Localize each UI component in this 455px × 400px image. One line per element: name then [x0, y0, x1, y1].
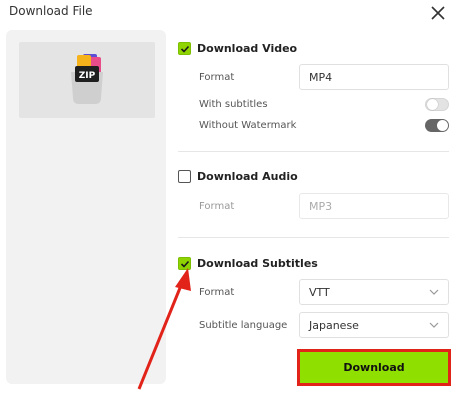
preview-panel: ZIP: [6, 30, 166, 384]
zip-label: ZIP: [79, 71, 96, 81]
download-button[interactable]: Download: [300, 352, 448, 383]
audio-format-label: Format: [199, 201, 235, 212]
download-video-option[interactable]: Download Video: [178, 42, 297, 55]
section-divider: [178, 151, 449, 152]
download-audio-option[interactable]: Download Audio: [178, 170, 298, 183]
subtitles-checkbox[interactable]: [178, 257, 191, 270]
subtitle-language-label: Subtitle language: [199, 320, 288, 331]
subtitles-format-select[interactable]: VTT: [299, 279, 449, 305]
close-icon[interactable]: [429, 4, 447, 22]
subtitle-language-value: Japanese: [309, 318, 359, 332]
subtitle-language-select[interactable]: Japanese: [299, 312, 449, 338]
download-video-label: Download Video: [197, 42, 298, 55]
video-format-value: MP4: [309, 70, 333, 84]
preview-thumbnail: ZIP: [19, 42, 155, 118]
video-checkbox[interactable]: [178, 42, 191, 55]
subtitles-format-label: Format: [199, 287, 235, 298]
toggle-knob: [427, 99, 438, 110]
section-divider: [178, 237, 449, 238]
check-icon: [180, 260, 189, 268]
without-watermark-toggle[interactable]: [425, 119, 449, 132]
dialog-title: Download File: [9, 4, 93, 18]
subtitles-format-value: VTT: [309, 285, 330, 299]
without-watermark-label: Without Watermark: [199, 120, 297, 131]
audio-format-value: MP3: [309, 199, 333, 213]
download-subtitles-option[interactable]: Download Subtitles: [178, 257, 318, 270]
video-format-field[interactable]: MP4: [299, 64, 449, 90]
with-subtitles-toggle[interactable]: [425, 98, 449, 111]
with-subtitles-label: With subtitles: [199, 99, 268, 110]
chevron-down-icon: [429, 322, 439, 328]
download-audio-label: Download Audio: [197, 170, 298, 183]
check-icon: [180, 45, 189, 53]
toggle-knob: [437, 120, 448, 131]
video-format-label: Format: [199, 72, 235, 83]
chevron-down-icon: [429, 289, 439, 295]
zip-archive-icon: ZIP: [71, 54, 103, 104]
audio-format-field[interactable]: MP3: [299, 193, 449, 219]
audio-checkbox[interactable]: [178, 170, 191, 183]
download-subtitles-label: Download Subtitles: [197, 257, 318, 270]
